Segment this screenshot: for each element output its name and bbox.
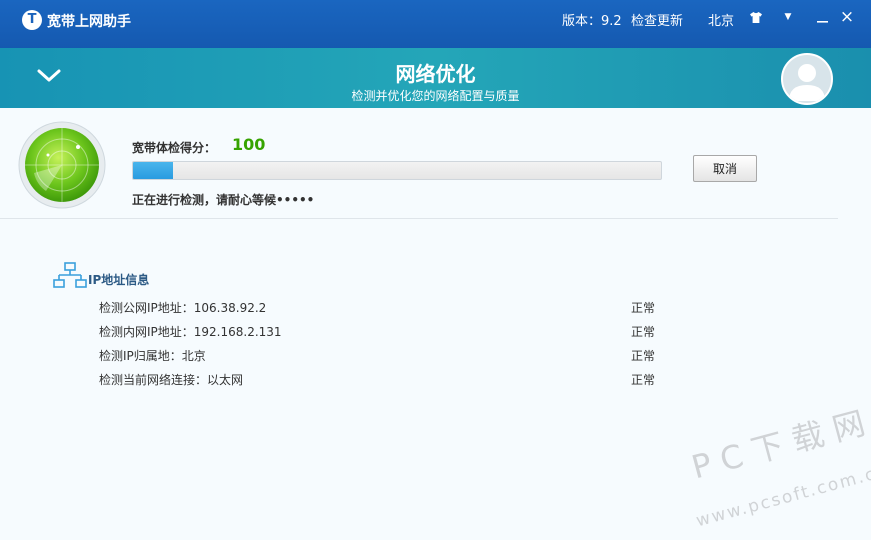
public-ip-status: 正常 <box>631 301 656 315</box>
app-title: 宽带上网助手 <box>47 14 131 30</box>
score-label: 宽带体检得分： <box>132 141 217 155</box>
ip-location-row: 检测IP归属地：北京 <box>99 349 206 363</box>
city-selector[interactable]: 北京 <box>708 10 734 29</box>
title-bar: T 宽带上网助手 版本：9.2 检查更新 北京 ▼ × <box>0 0 871 48</box>
network-icon <box>53 261 87 289</box>
radar-icon <box>18 121 106 209</box>
page-banner: 网络优化 检测并优化您的网络配置与质量 <box>0 48 871 108</box>
lan-ip-status: 正常 <box>631 325 656 339</box>
connection-status: 正常 <box>631 373 656 387</box>
divider <box>0 218 838 219</box>
close-icon[interactable]: × <box>836 6 858 28</box>
minimize-icon[interactable] <box>811 6 833 28</box>
avatar[interactable] <box>781 53 833 105</box>
status-text: 正在进行检测，请耐心等候••••• <box>132 193 315 207</box>
check-update-link[interactable]: 检查更新 <box>631 10 683 29</box>
page-title: 网络优化 <box>395 62 476 86</box>
lan-ip-row: 检测内网IP地址：192.168.2.131 <box>99 325 282 339</box>
cancel-button[interactable]: 取消 <box>693 155 757 182</box>
detection-progress-bar <box>132 161 662 180</box>
section-title: IP地址信息 <box>88 273 150 287</box>
tshirt-icon[interactable] <box>745 6 767 28</box>
ip-location-status: 正常 <box>631 349 656 363</box>
connection-row: 检测当前网络连接：以太网 <box>99 373 244 387</box>
version-label: 版本：9.2 <box>562 14 622 29</box>
public-ip-row: 检测公网IP地址：106.38.92.2 <box>99 301 267 315</box>
page-subtitle: 检测并优化您的网络配置与质量 <box>351 89 520 103</box>
menu-down-icon[interactable]: ▼ <box>777 6 799 28</box>
score-value: 100 <box>232 135 266 154</box>
app-logo-icon: T <box>22 10 42 30</box>
progress-fill <box>133 162 173 179</box>
